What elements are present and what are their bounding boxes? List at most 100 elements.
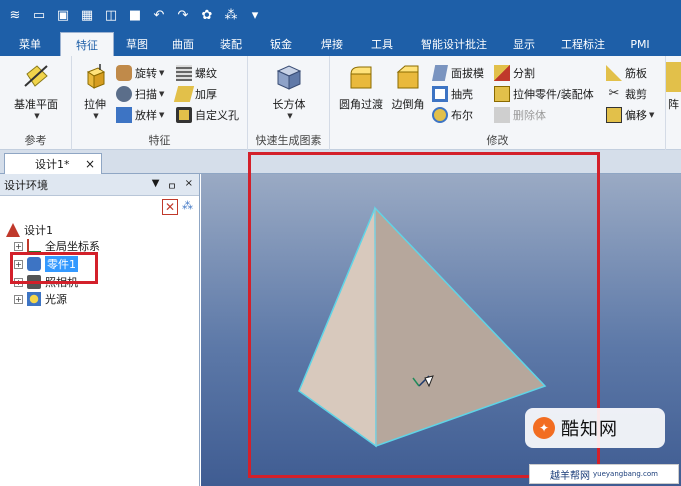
brand-logo-icon: ✦ <box>533 417 555 439</box>
expand-icon[interactable]: + <box>14 241 23 251</box>
chevron-down-icon: ▼ <box>159 69 165 77</box>
document-tab[interactable]: 设计1* × <box>4 153 102 174</box>
tab-tools[interactable]: 工具 <box>358 32 406 56</box>
chevron-down-icon: ▼ <box>287 112 293 120</box>
tab-surface[interactable]: 曲面 <box>160 32 206 56</box>
panel-menu-icon[interactable]: ▼ <box>152 178 160 193</box>
site-watermark: 越羊帮网 yueyangbang.com <box>529 464 679 484</box>
delete-body-button[interactable]: 删除体 <box>494 106 546 124</box>
draft-button[interactable]: 面拔模 <box>432 64 484 82</box>
datum-plane-label: 基准平面 <box>14 98 58 111</box>
draft-label: 面拔模 <box>451 67 484 80</box>
tab-assembly[interactable]: 装配 <box>206 32 256 56</box>
folder-icon[interactable]: ◫ <box>100 4 122 26</box>
watermark-brand: 酷知网 <box>561 419 618 440</box>
boolean-button[interactable]: 布尔 <box>432 106 473 124</box>
new-file-icon[interactable]: ▭ <box>28 4 50 26</box>
tab-feature[interactable]: 特征 <box>60 32 114 56</box>
offset-label: 偏移 <box>625 109 647 122</box>
offset-button[interactable]: 偏移 ▼ <box>606 106 654 124</box>
design-icon <box>6 223 20 237</box>
rib-icon <box>606 65 622 81</box>
pin-icon[interactable]: ㅁ <box>167 178 176 193</box>
chamfer-button[interactable]: 边倒角 <box>388 62 428 112</box>
tab-smart-annotation[interactable]: 智能设计批注 <box>406 32 502 56</box>
trim-button[interactable]: ✂ 裁剪 <box>606 85 647 103</box>
filter-icon[interactable]: ⁂ <box>182 199 196 215</box>
site-watermark-cn: 越羊帮网 <box>550 470 590 482</box>
tab-pmi[interactable]: PMI <box>620 32 660 56</box>
shell-button[interactable]: 抽壳 <box>432 85 473 103</box>
close-icon[interactable]: × <box>85 157 95 171</box>
fillet-button[interactable]: 圆角过渡 <box>336 62 386 112</box>
tab-display[interactable]: 显示 <box>502 32 546 56</box>
datum-plane-button[interactable]: 基准平面 ▼ <box>10 62 62 120</box>
boolean-icon <box>432 107 448 123</box>
draft-icon <box>432 65 448 81</box>
tree-item-label: 光源 <box>45 293 67 306</box>
loft-label: 放样 <box>135 109 157 122</box>
scissors-icon: ✂ <box>608 86 620 101</box>
thicken-button[interactable]: 加厚 <box>173 85 217 103</box>
boolean-label: 布尔 <box>451 109 473 122</box>
tab-sketch[interactable]: 草图 <box>114 32 160 56</box>
undo-icon[interactable]: ↶ <box>148 4 170 26</box>
extrude-button[interactable]: 拉伸 ▼ <box>78 62 112 120</box>
app-menu-icon[interactable]: ≋ <box>4 4 26 26</box>
expand-icon[interactable]: + <box>14 294 23 304</box>
redo-icon[interactable]: ↷ <box>172 4 194 26</box>
fillet-label: 圆角过渡 <box>339 98 383 111</box>
thread-button[interactable]: 螺纹 <box>176 64 217 82</box>
design-environment-panel: 设计环境 ▼ ㅁ × ✕ ⁂ 设计1 + 全局坐标系 + 零件1 + 照相机 +… <box>0 174 200 486</box>
sweep-label: 扫描 <box>135 88 157 101</box>
revolve-button[interactable]: 旋转 ▼ <box>116 64 164 82</box>
pdf-icon[interactable]: ▣ <box>52 4 74 26</box>
extrude-part-button[interactable]: 拉伸零件/装配体 <box>494 85 594 103</box>
tab-welding[interactable]: 焊接 <box>306 32 358 56</box>
extrude-part-icon <box>494 86 510 102</box>
chevron-down-icon: ▼ <box>159 111 165 119</box>
panel-close-icon[interactable]: × <box>185 178 193 193</box>
split-button[interactable]: 分割 <box>494 64 535 82</box>
panel-title: 设计环境 <box>4 178 48 192</box>
axis-icon <box>27 239 41 253</box>
delete-x-icon[interactable]: ✕ <box>162 199 178 215</box>
filter-icon[interactable]: ⁂ <box>220 4 242 26</box>
array-button[interactable]: 阵 <box>666 62 681 112</box>
extrude-part-label: 拉伸零件/装配体 <box>513 88 594 101</box>
group-modify: 圆角过渡 边倒角 面拔模 抽壳 布尔 分割 拉伸零件/装配体 删除体 筋板 ✂ … <box>330 56 666 150</box>
hole-icon <box>176 107 192 123</box>
panel-toolbar: ✕ ⁂ <box>0 196 199 218</box>
chevron-down-icon: ▼ <box>159 90 165 98</box>
custom-hole-button[interactable]: 自定义孔 <box>176 106 239 124</box>
chamfer-icon <box>396 65 419 89</box>
rib-label: 筋板 <box>625 67 647 80</box>
options-icon[interactable]: ✿ <box>196 4 218 26</box>
offset-icon <box>606 107 622 123</box>
array-icon <box>666 62 681 92</box>
trim-label: 裁剪 <box>625 88 647 101</box>
customize-icon[interactable]: ▾ <box>244 4 266 26</box>
rib-button[interactable]: 筋板 <box>606 64 647 82</box>
extrude-label: 拉伸 <box>84 98 106 111</box>
tab-sheet-metal[interactable]: 钣金 <box>256 32 306 56</box>
group-feature: 拉伸 ▼ 旋转 ▼ 扫描 ▼ 放样 ▼ 螺纹 加厚 自定义孔 特征 <box>72 56 248 150</box>
tree-root[interactable]: 设计1 <box>6 222 53 238</box>
ribbon-tabs: 菜单 特征 草图 曲面 装配 钣金 焊接 工具 智能设计批注 显示 工程标注 P… <box>0 30 681 56</box>
delete-body-icon <box>494 107 510 123</box>
ribbon-panel: 基准平面 ▼ 参考 拉伸 ▼ 旋转 ▼ 扫描 ▼ 放样 ▼ 螺纹 加厚 自定义孔… <box>0 56 681 150</box>
group-reference: 基准平面 ▼ 参考 <box>0 56 72 150</box>
tab-engineering-annotation[interactable]: 工程标注 <box>546 32 620 56</box>
open-file-icon[interactable]: ▦ <box>76 4 98 26</box>
shell-label: 抽壳 <box>451 88 473 101</box>
tab-menu[interactable]: 菜单 <box>0 32 60 56</box>
box-button[interactable]: 长方体 ▼ <box>264 62 314 120</box>
group-label-quick: 快速生成图素 <box>255 134 322 147</box>
tree-item-light[interactable]: + 光源 <box>14 291 67 307</box>
save-icon[interactable]: ■ <box>124 4 146 26</box>
split-label: 分割 <box>513 67 535 80</box>
chevron-down-icon: ▼ <box>93 112 99 120</box>
loft-button[interactable]: 放样 ▼ <box>116 106 164 124</box>
watermark-badge: ✦ 酷知网 <box>525 408 665 448</box>
sweep-button[interactable]: 扫描 ▼ <box>116 85 164 103</box>
